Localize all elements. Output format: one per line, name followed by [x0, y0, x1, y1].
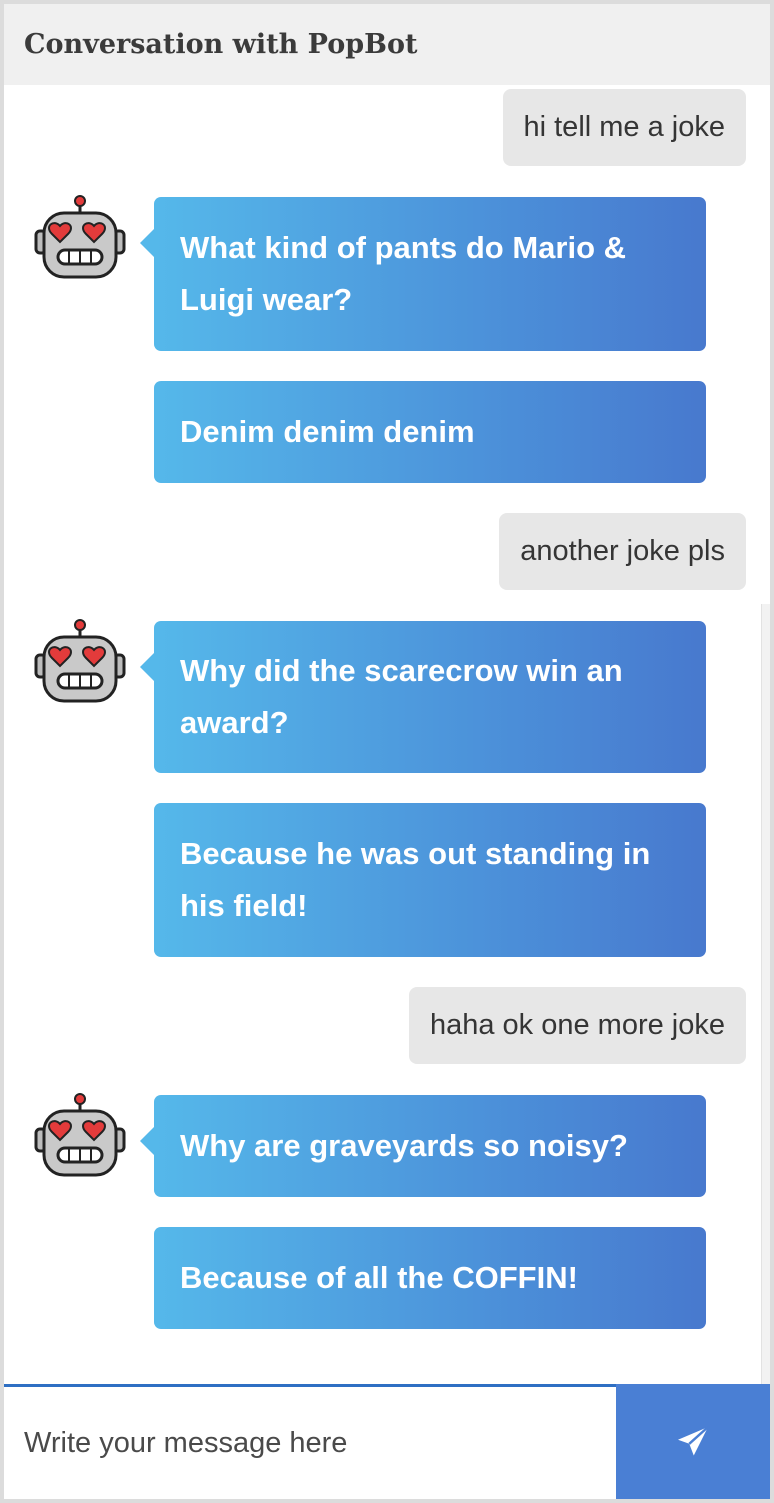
- user-message: another joke pls: [499, 513, 746, 590]
- send-button[interactable]: [616, 1384, 770, 1499]
- robot-heart-eyes-icon: [34, 195, 126, 279]
- paper-plane-icon: [678, 1425, 709, 1455]
- chat-header: Conversation with PopBot: [4, 4, 770, 85]
- bot-message-text: Denim denim denim: [180, 414, 475, 449]
- page-title: Conversation with PopBot: [24, 29, 418, 60]
- bot-message: Because of all the COFFIN!: [154, 1227, 706, 1329]
- bot-message: What kind of pants do Mario & Luigi wear…: [140, 197, 706, 351]
- bot-message-text: Why are graveyards so noisy?: [180, 1128, 628, 1163]
- bot-message-text: Because he was out standing in his field…: [180, 836, 651, 923]
- message-composer: [4, 1384, 770, 1499]
- robot-heart-eyes-icon: [34, 1093, 126, 1177]
- user-message: haha ok one more joke: [408, 987, 746, 1064]
- bot-message: Denim denim denim: [154, 381, 706, 483]
- message-list[interactable]: hi tell me a joke What kind of pants do …: [4, 85, 770, 1384]
- chat-window: Conversation with PopBot hi tell me a jo…: [0, 0, 774, 1503]
- bot-message: Why are graveyards so noisy?: [140, 1095, 706, 1197]
- message-input-wrapper: [4, 1384, 616, 1499]
- bot-message: Because he was out standing in his field…: [154, 803, 706, 957]
- message-input[interactable]: [4, 1387, 616, 1499]
- scrollbar[interactable]: [761, 604, 770, 1399]
- bot-message-text: Because of all the COFFIN!: [180, 1260, 578, 1295]
- user-message: hi tell me a joke: [502, 89, 746, 166]
- robot-heart-eyes-icon: [34, 619, 126, 703]
- bot-message: Why did the scarecrow win an award?: [140, 621, 706, 773]
- bot-message-text: Why did the scarecrow win an award?: [180, 653, 623, 740]
- bot-message-text: What kind of pants do Mario & Luigi wear…: [180, 230, 627, 317]
